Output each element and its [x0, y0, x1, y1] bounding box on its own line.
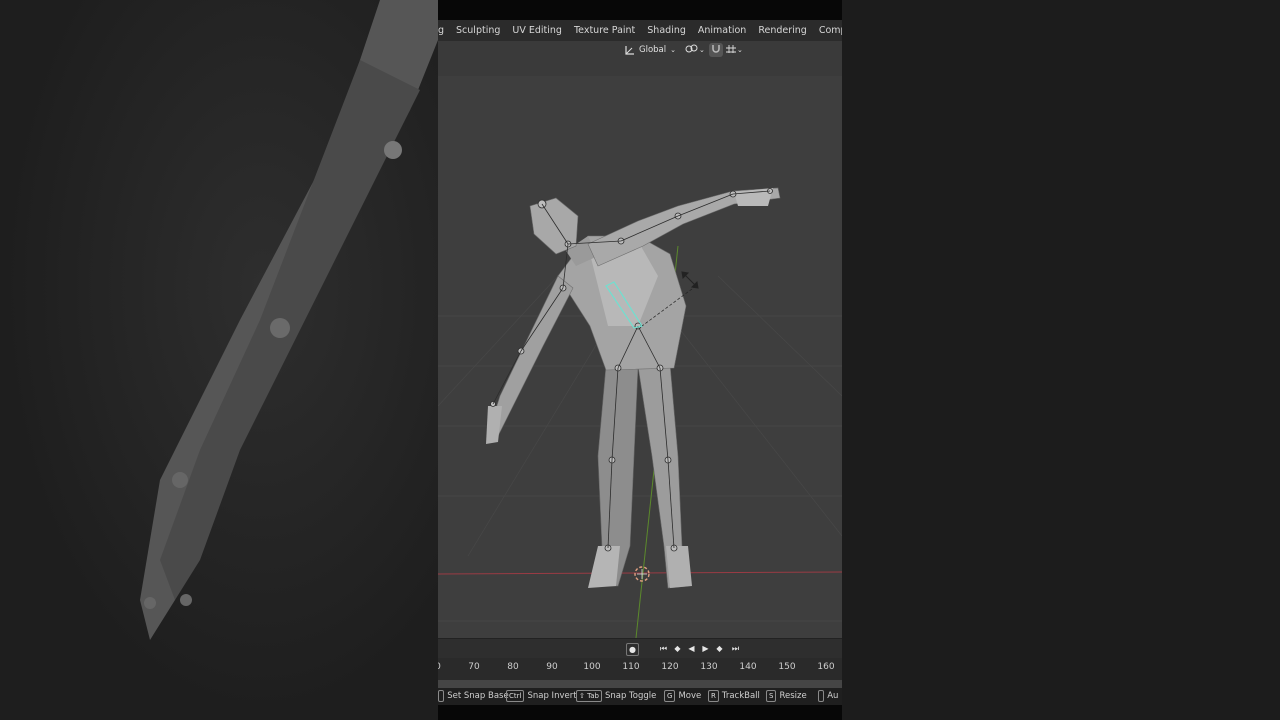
transform-orientation-icon [624, 45, 635, 56]
chevron-down-icon: ⌄ [737, 46, 743, 54]
frame-tick: 120 [661, 662, 679, 672]
frame-tick: 90 [546, 662, 558, 672]
status-label: Snap Invert [527, 691, 577, 701]
jump-end-icon[interactable]: ⏭ [730, 643, 741, 654]
viewport-scene [438, 187, 842, 638]
status-label: Snap Toggle [604, 691, 657, 701]
blurred-background-left [0, 0, 438, 720]
key-hint: Ctrl [506, 690, 525, 702]
key-hint: ⇧ Tab [576, 690, 602, 702]
mouse-key-icon [818, 690, 825, 702]
timeline-scrub-area[interactable] [438, 680, 842, 688]
orientation-dropdown[interactable]: Global ⌄ [624, 43, 676, 57]
status-resize: S Resize [766, 690, 807, 702]
prev-keyframe-icon[interactable]: ◆ [672, 643, 683, 654]
key-hint: R [708, 690, 719, 702]
top-black-bar [438, 0, 842, 20]
key-hint: G [664, 690, 676, 702]
snap-magnet-icon [711, 43, 721, 57]
status-label: Move [678, 691, 702, 701]
status-auto: Au [818, 690, 838, 702]
status-move: G Move [664, 690, 701, 702]
frame-tick: 100 [583, 662, 601, 672]
mouse-key-icon [438, 690, 445, 702]
tab-partial[interactable]: g [438, 20, 450, 41]
character-mesh[interactable] [486, 187, 781, 589]
frame-tick: 160 [817, 662, 835, 672]
tab-texture-paint[interactable]: Texture Paint [568, 20, 641, 41]
play-icon[interactable]: ▶ [700, 643, 711, 654]
jump-start-icon[interactable]: ⏮ [658, 643, 669, 654]
play-reverse-icon[interactable]: ◀ [686, 643, 697, 654]
snap-increment-icon [725, 43, 737, 57]
viewport-header: Global ⌄ ⌄ ⌄ [438, 41, 842, 76]
resize-cursor-icon [681, 271, 699, 289]
frame-tick: 0 [438, 662, 441, 672]
blender-window: g Sculpting UV Editing Texture Paint Sha… [438, 0, 842, 720]
status-label: Set Snap Base [447, 691, 509, 701]
status-snap-invert: Ctrl Snap Invert [506, 690, 577, 702]
frame-tick: 80 [507, 662, 519, 672]
status-snap-toggle: ⇧ Tab Snap Toggle [576, 690, 656, 702]
blurred-arm-silhouette [140, 0, 438, 640]
frame-tick: 130 [700, 662, 718, 672]
tab-compositing[interactable]: Compositing [813, 20, 842, 41]
3d-cursor-icon [634, 566, 650, 582]
key-hint: S [766, 690, 777, 702]
status-set-snap-base: Set Snap Base [438, 690, 509, 702]
blurred-background-right [842, 0, 1280, 720]
3d-viewport[interactable] [438, 76, 842, 638]
pivot-link-icon [685, 43, 699, 57]
tab-animation[interactable]: Animation [692, 20, 752, 41]
snap-toggle[interactable] [709, 43, 723, 57]
orientation-label: Global [639, 45, 667, 55]
status-label: Au [827, 691, 839, 701]
status-trackball: R TrackBall [708, 690, 760, 702]
record-icon[interactable]: ● [626, 643, 639, 656]
bottom-black-bar [438, 705, 842, 720]
snap-target-dropdown[interactable]: ⌄ [725, 43, 743, 57]
playback-controls: ● ⏮ ◆ ◀ ▶ ◆ ⏭ [438, 638, 842, 659]
frame-tick: 140 [739, 662, 757, 672]
status-bar: Set Snap Base Ctrl Snap Invert ⇧ Tab Sna… [438, 688, 842, 705]
tab-sculpting[interactable]: Sculpting [450, 20, 506, 41]
frame-tick: 110 [622, 662, 640, 672]
tab-shading[interactable]: Shading [641, 20, 692, 41]
pivot-dropdown[interactable]: ⌄ [685, 43, 705, 57]
status-label: TrackBall [721, 691, 760, 701]
frame-tick: 70 [468, 662, 480, 672]
tab-uv-editing[interactable]: UV Editing [506, 20, 568, 41]
next-keyframe-icon[interactable]: ◆ [714, 643, 725, 654]
workspace-tabs: g Sculpting UV Editing Texture Paint Sha… [438, 20, 842, 41]
status-label: Resize [779, 691, 807, 701]
chevron-down-icon: ⌄ [699, 46, 705, 54]
chevron-down-icon: ⌄ [670, 46, 676, 54]
timeline-ruler[interactable]: 0 70 80 90 100 110 120 130 140 150 160 [438, 658, 842, 680]
frame-tick: 150 [778, 662, 796, 672]
tab-rendering[interactable]: Rendering [752, 20, 813, 41]
